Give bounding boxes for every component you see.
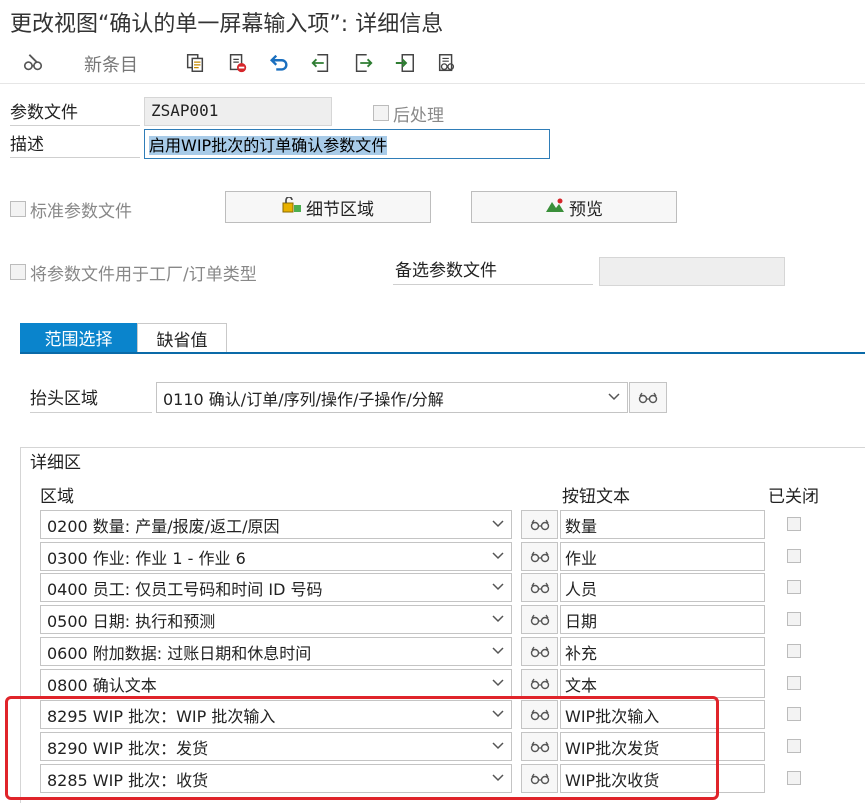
use-for-plant-label: 将参数文件用于工厂/订单类型 [30, 264, 257, 285]
chevron-down-icon [491, 578, 505, 597]
select-all-icon[interactable] [434, 50, 460, 76]
description-label: 描述 [10, 132, 140, 158]
header-area-dropdown[interactable]: 0110 确认/订单/序列/操作/子操作/分解 [156, 382, 628, 413]
closed-checkbox[interactable] [787, 549, 801, 563]
closed-checkbox[interactable] [787, 517, 801, 531]
alt-profile-field [599, 257, 785, 286]
toolbar: 新条目 [0, 44, 865, 84]
description-value: 启用WIP批次的订单确认参数文件 [149, 136, 388, 155]
postprocess-checkbox-box[interactable] [373, 105, 389, 121]
glasses-icon[interactable] [521, 573, 558, 602]
use-for-plant-checkbox[interactable]: 将参数文件用于工厂/订单类型 [10, 259, 257, 285]
area-dropdown[interactable]: 0400 员工: 仅员工号码和时间 ID 号码 [40, 573, 512, 602]
tab-defaults[interactable]: 缺省值 [137, 323, 227, 352]
standard-profile-checkbox[interactable]: 标准参数文件 [10, 196, 132, 222]
area-value: 0500 日期: 执行和预测 [47, 611, 216, 631]
button-text-input[interactable]: 文本 [560, 669, 765, 698]
use-for-plant-checkbox-box[interactable] [10, 264, 26, 280]
undo-icon[interactable] [266, 50, 292, 76]
glasses-pencil-icon[interactable] [20, 50, 46, 76]
button-text-input[interactable]: 日期 [560, 605, 765, 634]
column-header-button-text: 按钮文本 [562, 487, 630, 507]
button-text-input[interactable]: 人员 [560, 573, 765, 602]
area-value: 0800 确认文本 [47, 675, 157, 695]
detail-group-title: 详细区 [24, 448, 87, 473]
detail-area-icon [282, 195, 302, 218]
new-entry-button[interactable]: 新条目 [84, 51, 138, 77]
glasses-icon[interactable] [521, 637, 558, 666]
window-title: 更改视图“确认的单一屏幕输入项”: 详细信息 [10, 12, 444, 37]
area-dropdown[interactable]: 0800 确认文本 [40, 669, 512, 698]
highlight-box [5, 696, 719, 800]
preview-button[interactable]: 预览 [471, 191, 677, 223]
area-dropdown[interactable]: 0600 附加数据: 过账日期和休息时间 [40, 637, 512, 666]
delete-icon[interactable] [224, 50, 250, 76]
button-text-value: 日期 [565, 611, 598, 631]
chevron-down-icon [607, 388, 621, 407]
area-value: 0200 数量: 产量/报废/返工/原因 [47, 516, 280, 536]
button-text-input[interactable]: 补充 [560, 637, 765, 666]
button-text-value: 作业 [565, 548, 598, 568]
preview-button-label: 预览 [569, 199, 603, 220]
button-text-value: 人员 [565, 579, 598, 599]
closed-checkbox[interactable] [787, 771, 801, 785]
area-value: 0600 附加数据: 过账日期和休息时间 [47, 643, 312, 663]
area-dropdown[interactable]: 0300 作业: 作业 1 - 作业 6 [40, 542, 512, 571]
area-dropdown[interactable]: 0200 数量: 产量/报废/返工/原因 [40, 510, 512, 539]
button-text-value: 补充 [565, 643, 598, 663]
postprocess-checkbox[interactable]: 后处理 [373, 100, 444, 126]
alt-profile-label: 备选参数文件 [393, 258, 593, 285]
standard-profile-checkbox-box[interactable] [10, 201, 26, 217]
column-header-area: 区域 [40, 487, 74, 507]
glasses-icon[interactable] [521, 510, 558, 539]
closed-checkbox[interactable] [787, 739, 801, 753]
export-icon[interactable] [392, 50, 418, 76]
closed-checkbox[interactable] [787, 707, 801, 721]
area-value: 0400 员工: 仅员工号码和时间 ID 号码 [47, 579, 323, 599]
closed-checkbox[interactable] [787, 612, 801, 626]
copy-icon[interactable] [182, 50, 208, 76]
chevron-down-icon [491, 642, 505, 661]
header-area-glasses-icon[interactable] [629, 382, 667, 413]
preview-icon [545, 197, 565, 218]
area-value: 0300 作业: 作业 1 - 作业 6 [47, 548, 246, 568]
next-entry-icon[interactable] [350, 50, 376, 76]
chevron-down-icon [491, 515, 505, 534]
description-input[interactable]: 启用WIP批次的订单确认参数文件 [144, 129, 550, 159]
button-text-value: 文本 [565, 675, 598, 695]
closed-checkbox[interactable] [787, 676, 801, 690]
closed-checkbox[interactable] [787, 580, 801, 594]
area-dropdown[interactable]: 0500 日期: 执行和预测 [40, 605, 512, 634]
glasses-icon[interactable] [521, 542, 558, 571]
closed-checkbox[interactable] [787, 644, 801, 658]
tab-strip-line [20, 352, 865, 354]
header-area-label: 抬头区域 [30, 386, 152, 413]
column-header-closed: 已关闭 [768, 487, 819, 507]
button-text-input[interactable]: 数量 [560, 510, 765, 539]
chevron-down-icon [491, 674, 505, 693]
header-area-value: 0110 确认/订单/序列/操作/子操作/分解 [163, 389, 444, 409]
detail-area-button[interactable]: 细节区域 [225, 191, 431, 223]
glasses-icon[interactable] [521, 669, 558, 698]
standard-profile-label: 标准参数文件 [30, 201, 132, 222]
prev-entry-icon[interactable] [308, 50, 334, 76]
profile-field: ZSAP001 [144, 97, 332, 126]
button-text-input[interactable]: 作业 [560, 542, 765, 571]
chevron-down-icon [491, 547, 505, 566]
postprocess-label: 后处理 [393, 105, 444, 126]
profile-label: 参数文件 [10, 100, 140, 126]
button-text-value: 数量 [565, 516, 598, 536]
detail-area-button-label: 细节区域 [306, 199, 374, 220]
chevron-down-icon [491, 610, 505, 629]
glasses-icon[interactable] [521, 605, 558, 634]
tab-range-selection[interactable]: 范围选择 [20, 323, 137, 352]
